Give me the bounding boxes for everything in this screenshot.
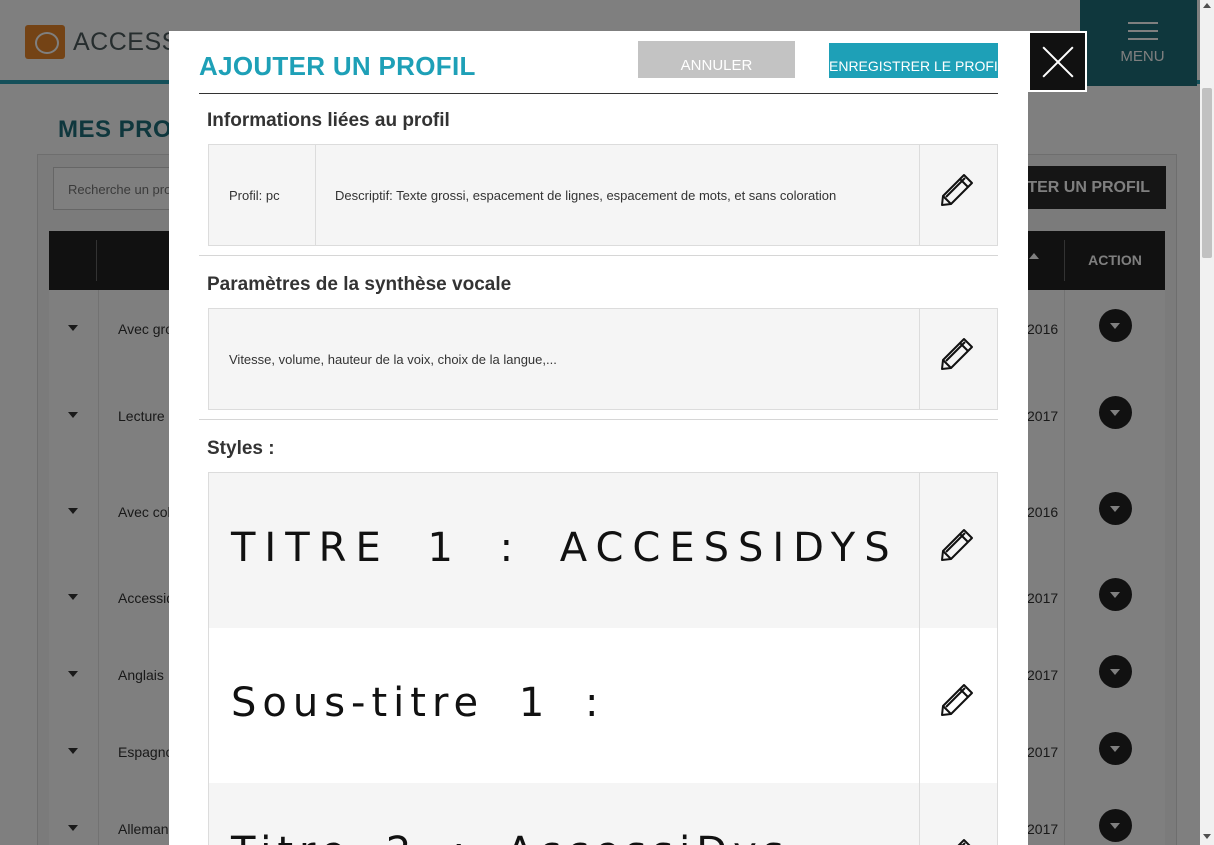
pencil-icon[interactable] <box>939 527 975 563</box>
title-divider <box>199 93 998 94</box>
style-row-soustitre1: Sous-titre 1 : <box>208 628 998 783</box>
pencil-icon[interactable] <box>939 837 975 845</box>
profile-info-box: Profil: pc Descriptif: Texte grossi, esp… <box>208 144 998 246</box>
scrollbar-thumb[interactable] <box>1202 88 1212 258</box>
section-separator <box>199 419 998 420</box>
scroll-down-icon[interactable] <box>1203 834 1211 839</box>
cancel-button[interactable]: ANNULER <box>638 41 795 78</box>
cell-divider <box>919 473 920 628</box>
section-title-styles: Styles : <box>207 438 275 459</box>
add-profile-modal: AJOUTER UN PROFIL ANNULER ENREGISTRER LE… <box>169 31 1028 845</box>
style-preview-soustitre1: Sous-titre 1 : <box>231 680 605 726</box>
section-title-info: Informations liées au profil <box>207 110 450 131</box>
voice-settings-text: Vitesse, volume, hauteur de la voix, cho… <box>229 352 557 367</box>
cell-divider <box>919 783 920 845</box>
profile-label: Profil: pc <box>229 188 280 203</box>
style-preview-titre2: Titre 2 : AccessiDys <box>231 829 790 845</box>
cell-divider <box>315 145 316 245</box>
style-row-titre2: Titre 2 : AccessiDys <box>208 783 998 845</box>
pencil-icon[interactable] <box>939 336 975 372</box>
style-row-titre1: TITRE 1 : ACCESSIDYS <box>208 472 998 628</box>
cell-divider <box>919 309 920 409</box>
modal-title: AJOUTER UN PROFIL <box>199 51 476 81</box>
profile-description: Descriptif: Texte grossi, espacement de … <box>335 188 837 203</box>
style-preview-titre1: TITRE 1 : ACCESSIDYS <box>231 525 899 571</box>
pencil-icon[interactable] <box>939 172 975 208</box>
voice-settings-box: Vitesse, volume, hauteur de la voix, cho… <box>208 308 998 410</box>
save-profile-button[interactable]: ENREGISTRER LE PROFIL <box>829 43 1006 78</box>
cell-divider <box>919 145 920 245</box>
scroll-up-icon[interactable] <box>1203 3 1211 8</box>
pencil-icon[interactable] <box>939 682 975 718</box>
section-separator <box>199 255 998 256</box>
section-title-voice: Paramètres de la synthèse vocale <box>207 274 512 295</box>
cell-divider <box>919 628 920 783</box>
close-modal-button[interactable] <box>1028 31 1087 92</box>
